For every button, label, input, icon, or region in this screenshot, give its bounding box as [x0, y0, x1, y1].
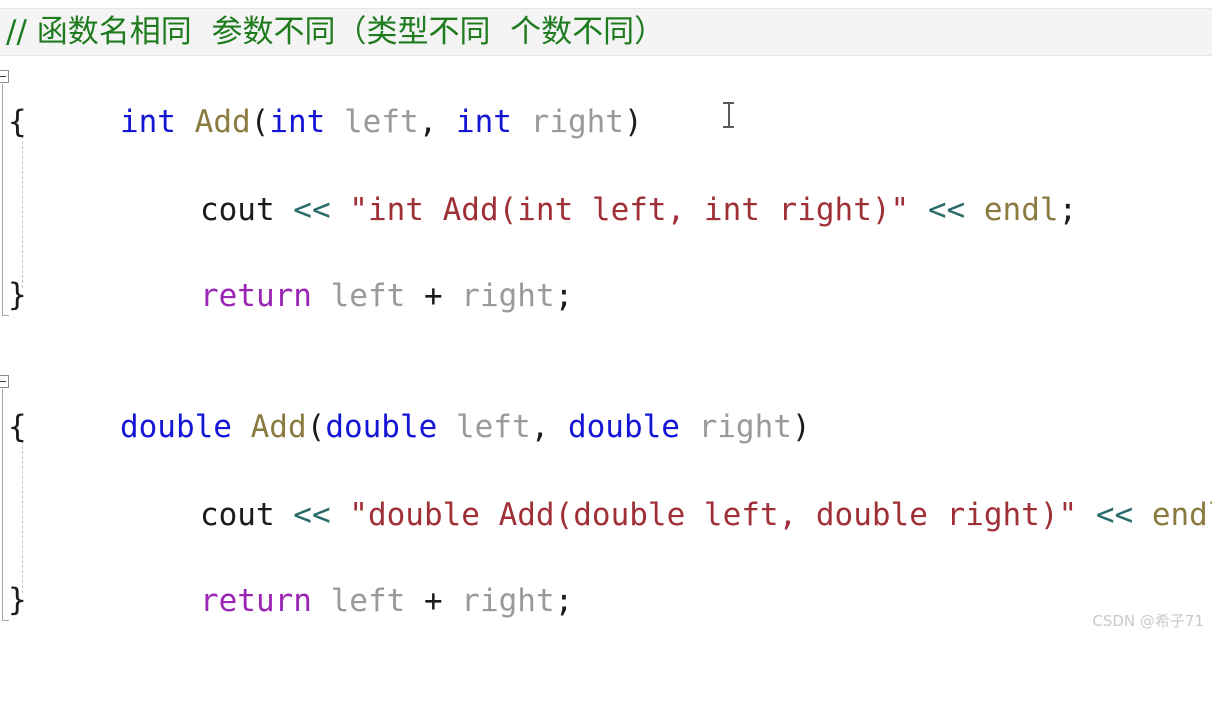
token-close-brace-2: }: [8, 582, 27, 618]
code-line-int-add-close-brace[interactable]: }: [0, 273, 1212, 317]
ibeam-bottom-bar: [723, 126, 734, 128]
csdn-watermark: CSDN @希子71: [1092, 612, 1204, 630]
code-line-double-add-cout[interactable]: cout << "double Add(double left, double …: [0, 449, 1212, 533]
code-line-double-add-blank[interactable]: [0, 493, 1212, 537]
code-line-double-add-open-brace[interactable]: {: [0, 405, 1212, 449]
token-close-brace: }: [8, 277, 27, 313]
token-open-brace: {: [8, 104, 27, 140]
code-line-double-add-close-brace[interactable]: }: [0, 578, 1212, 622]
code-line-double-add-return[interactable]: return left + right;: [0, 535, 1212, 619]
code-editor-canvas[interactable]: // 函数名相同 参数不同（类型不同 个数不同） int Add(int lef…: [0, 0, 1212, 637]
code-line-separator-blank[interactable]: [0, 317, 1212, 361]
token-open-brace-2: {: [8, 409, 27, 445]
code-line-int-add-signature[interactable]: int Add(int left, int right): [0, 56, 1212, 140]
text-ibeam-cursor: [723, 102, 734, 128]
code-line-int-add-open-brace[interactable]: {: [0, 100, 1212, 144]
code-line-int-add-blank[interactable]: [0, 188, 1212, 232]
ibeam-stem: [728, 102, 730, 128]
comment-line-text: // 函数名相同 参数不同（类型不同 个数不同）: [6, 14, 666, 50]
code-line-int-add-cout[interactable]: cout << "int Add(int left, int right)" <…: [0, 144, 1212, 228]
code-line-double-add-signature[interactable]: double Add(double left, double right): [0, 361, 1212, 445]
code-line-int-add-return[interactable]: return left + right;: [0, 230, 1212, 314]
